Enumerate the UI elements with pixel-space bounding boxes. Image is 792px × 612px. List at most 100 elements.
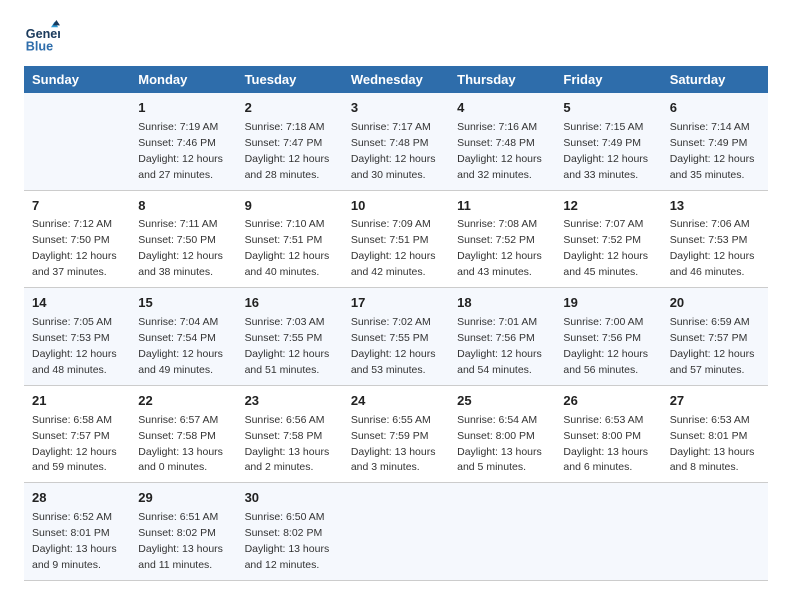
day-info: Sunrise: 7:08 AM Sunset: 7:52 PM Dayligh… <box>457 218 542 278</box>
day-info: Sunrise: 7:05 AM Sunset: 7:53 PM Dayligh… <box>32 316 117 376</box>
calendar-cell: 14 Sunrise: 7:05 AM Sunset: 7:53 PM Dayli… <box>24 288 130 386</box>
day-info: Sunrise: 7:07 AM Sunset: 7:52 PM Dayligh… <box>563 218 648 278</box>
header-tuesday: Tuesday <box>237 66 343 93</box>
day-number: 18 <box>457 294 547 313</box>
calendar-cell: 4 Sunrise: 7:16 AM Sunset: 7:48 PM Daylig… <box>449 93 555 190</box>
calendar-cell: 12 Sunrise: 7:07 AM Sunset: 7:52 PM Dayli… <box>555 190 661 288</box>
day-number: 10 <box>351 197 441 216</box>
header-sunday: Sunday <box>24 66 130 93</box>
header-monday: Monday <box>130 66 236 93</box>
day-info: Sunrise: 7:18 AM Sunset: 7:47 PM Dayligh… <box>245 121 330 181</box>
day-number: 2 <box>245 99 335 118</box>
day-info: Sunrise: 6:58 AM Sunset: 7:57 PM Dayligh… <box>32 414 117 474</box>
calendar-week-row: 7Sunrise: 7:12 AM Sunset: 7:50 PM Daylig… <box>24 190 768 288</box>
calendar-cell: 25 Sunrise: 6:54 AM Sunset: 8:00 PM Dayli… <box>449 385 555 483</box>
day-info: Sunrise: 7:16 AM Sunset: 7:48 PM Dayligh… <box>457 121 542 181</box>
day-number: 13 <box>670 197 760 216</box>
day-info: Sunrise: 6:56 AM Sunset: 7:58 PM Dayligh… <box>245 414 330 474</box>
day-info: Sunrise: 6:55 AM Sunset: 7:59 PM Dayligh… <box>351 414 436 474</box>
day-info: Sunrise: 6:53 AM Sunset: 8:01 PM Dayligh… <box>670 414 755 474</box>
day-number: 22 <box>138 392 228 411</box>
calendar-cell: 19 Sunrise: 7:00 AM Sunset: 7:56 PM Dayli… <box>555 288 661 386</box>
calendar-cell: 23 Sunrise: 6:56 AM Sunset: 7:58 PM Dayli… <box>237 385 343 483</box>
calendar-cell: 20 Sunrise: 6:59 AM Sunset: 7:57 PM Dayli… <box>662 288 768 386</box>
day-number: 26 <box>563 392 653 411</box>
logo-icon: General Blue <box>24 20 60 56</box>
calendar-cell: 13 Sunrise: 7:06 AM Sunset: 7:53 PM Dayli… <box>662 190 768 288</box>
calendar-cell <box>555 483 661 581</box>
day-info: Sunrise: 6:50 AM Sunset: 8:02 PM Dayligh… <box>245 511 330 571</box>
day-info: Sunrise: 7:01 AM Sunset: 7:56 PM Dayligh… <box>457 316 542 376</box>
calendar-cell: 2 Sunrise: 7:18 AM Sunset: 7:47 PM Daylig… <box>237 93 343 190</box>
calendar-cell <box>662 483 768 581</box>
calendar-cell <box>343 483 449 581</box>
logo: General Blue <box>24 20 64 56</box>
day-info: Sunrise: 7:03 AM Sunset: 7:55 PM Dayligh… <box>245 316 330 376</box>
day-info: Sunrise: 6:51 AM Sunset: 8:02 PM Dayligh… <box>138 511 223 571</box>
day-number: 16 <box>245 294 335 313</box>
calendar-week-row: 28Sunrise: 6:52 AM Sunset: 8:01 PM Dayli… <box>24 483 768 581</box>
calendar-cell <box>449 483 555 581</box>
calendar-cell: 11 Sunrise: 7:08 AM Sunset: 7:52 PM Dayli… <box>449 190 555 288</box>
calendar-cell: 10 Sunrise: 7:09 AM Sunset: 7:51 PM Dayli… <box>343 190 449 288</box>
calendar-week-row: 14 Sunrise: 7:05 AM Sunset: 7:53 PM Dayli… <box>24 288 768 386</box>
calendar-cell: 21Sunrise: 6:58 AM Sunset: 7:57 PM Dayli… <box>24 385 130 483</box>
day-number: 25 <box>457 392 547 411</box>
day-info: Sunrise: 7:14 AM Sunset: 7:49 PM Dayligh… <box>670 121 755 181</box>
calendar-week-row: 21Sunrise: 6:58 AM Sunset: 7:57 PM Dayli… <box>24 385 768 483</box>
day-info: Sunrise: 7:09 AM Sunset: 7:51 PM Dayligh… <box>351 218 436 278</box>
calendar-cell: 8 Sunrise: 7:11 AM Sunset: 7:50 PM Daylig… <box>130 190 236 288</box>
calendar-cell <box>24 93 130 190</box>
header-saturday: Saturday <box>662 66 768 93</box>
calendar-cell: 24 Sunrise: 6:55 AM Sunset: 7:59 PM Dayli… <box>343 385 449 483</box>
calendar-cell: 29 Sunrise: 6:51 AM Sunset: 8:02 PM Dayli… <box>130 483 236 581</box>
day-info: Sunrise: 6:59 AM Sunset: 7:57 PM Dayligh… <box>670 316 755 376</box>
calendar-header-row: SundayMondayTuesdayWednesdayThursdayFrid… <box>24 66 768 93</box>
day-info: Sunrise: 6:53 AM Sunset: 8:00 PM Dayligh… <box>563 414 648 474</box>
calendar-cell: 17 Sunrise: 7:02 AM Sunset: 7:55 PM Dayli… <box>343 288 449 386</box>
day-number: 3 <box>351 99 441 118</box>
day-info: Sunrise: 7:02 AM Sunset: 7:55 PM Dayligh… <box>351 316 436 376</box>
day-info: Sunrise: 7:19 AM Sunset: 7:46 PM Dayligh… <box>138 121 223 181</box>
day-number: 29 <box>138 489 228 508</box>
calendar-cell: 28Sunrise: 6:52 AM Sunset: 8:01 PM Dayli… <box>24 483 130 581</box>
day-number: 12 <box>563 197 653 216</box>
day-number: 11 <box>457 197 547 216</box>
day-number: 17 <box>351 294 441 313</box>
day-number: 6 <box>670 99 760 118</box>
day-number: 1 <box>138 99 228 118</box>
calendar-week-row: 1 Sunrise: 7:19 AM Sunset: 7:46 PM Daylig… <box>24 93 768 190</box>
day-number: 28 <box>32 489 122 508</box>
day-number: 14 <box>32 294 122 313</box>
calendar-cell: 16 Sunrise: 7:03 AM Sunset: 7:55 PM Dayli… <box>237 288 343 386</box>
day-info: Sunrise: 7:04 AM Sunset: 7:54 PM Dayligh… <box>138 316 223 376</box>
day-info: Sunrise: 7:10 AM Sunset: 7:51 PM Dayligh… <box>245 218 330 278</box>
calendar-cell: 1 Sunrise: 7:19 AM Sunset: 7:46 PM Daylig… <box>130 93 236 190</box>
calendar-cell: 3Sunrise: 7:17 AM Sunset: 7:48 PM Daylig… <box>343 93 449 190</box>
day-info: Sunrise: 7:00 AM Sunset: 7:56 PM Dayligh… <box>563 316 648 376</box>
day-number: 15 <box>138 294 228 313</box>
calendar-cell: 26 Sunrise: 6:53 AM Sunset: 8:00 PM Dayli… <box>555 385 661 483</box>
page-header: General Blue <box>24 20 768 56</box>
calendar-cell: 30Sunrise: 6:50 AM Sunset: 8:02 PM Dayli… <box>237 483 343 581</box>
day-number: 20 <box>670 294 760 313</box>
day-number: 9 <box>245 197 335 216</box>
day-number: 23 <box>245 392 335 411</box>
day-number: 8 <box>138 197 228 216</box>
day-number: 7 <box>32 197 122 216</box>
day-info: Sunrise: 7:06 AM Sunset: 7:53 PM Dayligh… <box>670 218 755 278</box>
day-number: 24 <box>351 392 441 411</box>
day-number: 19 <box>563 294 653 313</box>
day-info: Sunrise: 7:11 AM Sunset: 7:50 PM Dayligh… <box>138 218 223 278</box>
day-number: 27 <box>670 392 760 411</box>
calendar-cell: 7Sunrise: 7:12 AM Sunset: 7:50 PM Daylig… <box>24 190 130 288</box>
day-info: Sunrise: 6:54 AM Sunset: 8:00 PM Dayligh… <box>457 414 542 474</box>
calendar-cell: 27 Sunrise: 6:53 AM Sunset: 8:01 PM Dayli… <box>662 385 768 483</box>
day-number: 4 <box>457 99 547 118</box>
calendar-cell: 5Sunrise: 7:15 AM Sunset: 7:49 PM Daylig… <box>555 93 661 190</box>
svg-text:Blue: Blue <box>26 40 53 54</box>
calendar-cell: 15 Sunrise: 7:04 AM Sunset: 7:54 PM Dayli… <box>130 288 236 386</box>
day-info: Sunrise: 6:57 AM Sunset: 7:58 PM Dayligh… <box>138 414 223 474</box>
calendar-cell: 9 Sunrise: 7:10 AM Sunset: 7:51 PM Daylig… <box>237 190 343 288</box>
header-thursday: Thursday <box>449 66 555 93</box>
